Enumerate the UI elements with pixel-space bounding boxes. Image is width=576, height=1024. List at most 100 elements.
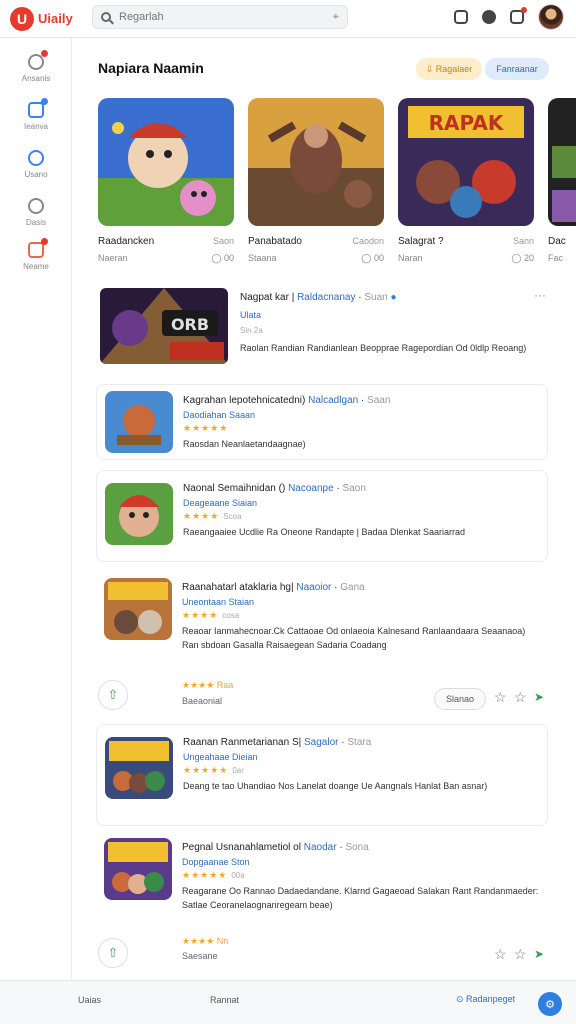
sidebar-item-1[interactable]: Ieanva <box>0 98 72 131</box>
featured-item[interactable]: ORB Nagpat kar | Raldacnanay · Suan ● Ul… <box>100 288 548 372</box>
item-muted: Saan <box>367 395 391 406</box>
search-bar[interactable]: ⌖ <box>92 5 348 29</box>
card-count-value: 20 <box>523 253 534 263</box>
game-thumbnail[interactable] <box>248 98 384 226</box>
item-description: Reagarane Oo Rannao Dadaedandane. Klarnd… <box>182 886 539 910</box>
rating-count: Scoa <box>223 512 242 521</box>
star-icon[interactable]: ☆ <box>494 689 507 706</box>
rating-stars: ★★★★★ <box>183 423 229 433</box>
item-link[interactable]: Nalcadlgan <box>308 395 358 406</box>
star-icon[interactable]: ☆ <box>494 946 507 963</box>
card-count-value: 00 <box>373 253 384 263</box>
footer-left[interactable]: Uaias <box>78 995 101 1005</box>
featured-link[interactable]: Raldacnanay <box>297 292 355 303</box>
game-icon[interactable] <box>104 578 172 640</box>
card-title: Dac <box>548 236 566 247</box>
rating-stars: ★★★★★ <box>183 765 229 775</box>
more-options-icon[interactable]: ··· <box>534 288 546 302</box>
footer-middle[interactable]: Rannat <box>210 995 239 1005</box>
footer-link-label: Radanpeget <box>466 994 516 1004</box>
item-sub: Ungeahaae Dieian <box>183 752 258 762</box>
rating-stars: ★★★★★ <box>182 870 228 880</box>
message-icon <box>28 238 48 258</box>
help-fab-button[interactable]: ⚙ <box>538 992 562 1016</box>
game-thumbnail[interactable] <box>548 98 576 226</box>
list-item[interactable]: Pegnal Usnanahlametiol ol Naodar · Sona … <box>96 830 548 940</box>
game-icon[interactable] <box>105 483 173 545</box>
game-icon[interactable] <box>105 737 173 799</box>
card-title: Panabatado <box>248 236 302 247</box>
card-sub: Naeran <box>98 253 128 263</box>
game-card[interactable]: Dac Fac <box>548 98 576 263</box>
item-title-row: Kagrahan lepotehnicatedni) Nalcadlgan · … <box>183 395 391 406</box>
card-title-row: Panabatado Caodon <box>248 236 384 247</box>
avatar[interactable] <box>538 4 564 30</box>
game-icon[interactable] <box>105 391 173 453</box>
card-count: ◯ 20 <box>511 253 534 263</box>
item-title: Raanan Ranmetarianan S| <box>183 737 302 748</box>
featured-thumbnail[interactable]: ORB <box>100 288 228 364</box>
game-thumbnail[interactable] <box>98 98 234 226</box>
search-input[interactable] <box>119 11 309 23</box>
edit-icon[interactable]: ⌖ <box>333 11 339 24</box>
item-description: Deang te tao Uhandiao Nos Lanelat doange… <box>183 781 488 791</box>
footer-link[interactable]: ⊙ Radanpeget <box>456 994 515 1005</box>
update-button[interactable]: ⇩ Ragalaer <box>416 58 482 80</box>
card-title-row: Salagrat ? Sann <box>398 236 534 247</box>
item-sub: Daodiahan Saaan <box>183 410 256 420</box>
sidebar-item-0[interactable]: Ansanis <box>0 50 72 83</box>
forward-icon[interactable]: ➤ <box>534 690 544 704</box>
card-tag: Sann <box>512 236 534 246</box>
badge-dot <box>41 98 48 105</box>
item-rating: ★★★★★ 0ar <box>183 765 244 776</box>
card-count-value: 00 <box>223 253 234 263</box>
item-description: Raosdan Neanlaetandaagnae) <box>183 439 306 449</box>
card-sub: Naran <box>398 253 423 263</box>
notifications-icon[interactable] <box>510 7 527 24</box>
game-card[interactable]: RAPAK Salagrat ? Sann Naran ◯ 20 <box>398 98 534 264</box>
card-title-row: Raadancken Saon <box>98 236 234 247</box>
card-tag: Saon <box>212 236 234 246</box>
badge-dot <box>41 50 48 57</box>
share-button[interactable]: ⇧ <box>98 938 128 968</box>
featured-meta: Sin 2a <box>240 326 263 335</box>
sidebar-item-3[interactable]: Dasis <box>0 198 72 227</box>
game-card[interactable]: Panabatado Caodon Staana ◯ 00 <box>248 98 384 264</box>
share-button[interactable]: ⇧ <box>98 680 128 710</box>
list-item[interactable]: Raanan Ranmetarianan S| Sagalor · Stara … <box>96 724 548 826</box>
forward-icon[interactable]: ➤ <box>534 947 544 961</box>
sidebar-item-2[interactable]: Usano <box>0 150 72 179</box>
card-title: Salagrat ? <box>398 236 444 247</box>
list-item[interactable]: Naonal Semaihnidan () Nacoanpe · Saon De… <box>96 470 548 562</box>
sidebar-item-label: Neame <box>23 262 49 271</box>
sidebar-item-label: Ansanis <box>21 74 51 83</box>
sidebar-item-4[interactable]: Neame <box>0 238 72 271</box>
store-icon <box>28 98 48 118</box>
brand-name: Uiaily <box>38 11 73 26</box>
star-icon[interactable]: ☆ <box>514 946 527 963</box>
download-icon[interactable] <box>454 10 468 24</box>
item-muted: Gana <box>340 582 365 593</box>
item-link[interactable]: Naodar <box>304 842 337 853</box>
svg-text:ORB: ORB <box>171 315 209 334</box>
card-meta-row: Naran ◯ 20 <box>398 253 534 264</box>
item-link[interactable]: Sagalor <box>304 737 338 748</box>
card-tag: Caodon <box>352 236 384 246</box>
stop-icon[interactable] <box>482 10 496 24</box>
filter-button[interactable]: Fanraanar <box>485 58 549 80</box>
brand[interactable]: U Uiaily <box>10 6 90 31</box>
action-button[interactable]: Slanao <box>434 688 486 710</box>
item-link[interactable]: Naaoior <box>296 582 331 593</box>
featured-title: Nagpat kar <box>240 292 289 303</box>
game-icon[interactable] <box>104 838 172 900</box>
item-link[interactable]: Nacoanpe <box>288 483 334 494</box>
game-thumbnail[interactable]: RAPAK <box>398 98 534 226</box>
item-description: Raeangaaiee Ucdlie Ra Oneone Randapte | … <box>183 527 466 537</box>
game-card[interactable]: Raadancken Saon Naeran ◯ 00 <box>98 98 234 264</box>
action-label: Saesane <box>182 951 218 961</box>
star-icon[interactable]: ☆ <box>514 689 527 706</box>
notification-dot <box>521 7 527 13</box>
badge-dot <box>41 238 48 245</box>
list-item[interactable]: Kagrahan lepotehnicatedni) Nalcadlgan · … <box>96 384 548 460</box>
footer-bar: Uaias Rannat ⊙ Radanpeget ⚙ <box>0 980 576 1024</box>
